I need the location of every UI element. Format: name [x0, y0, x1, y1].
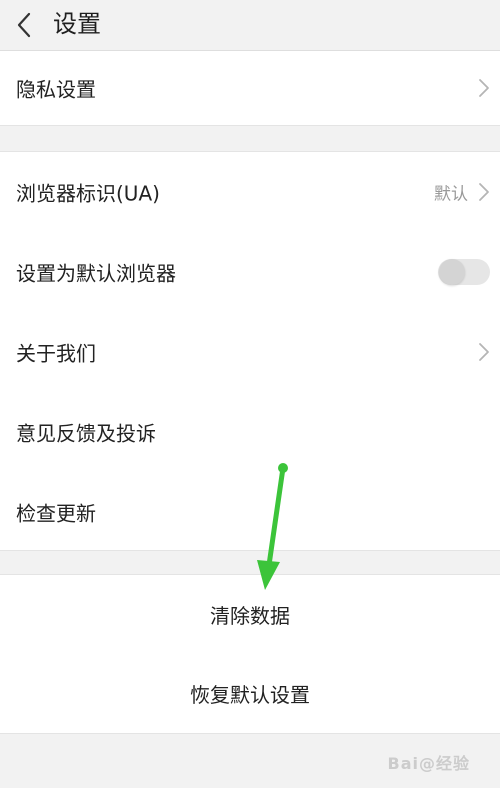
chevron-right-icon: [479, 79, 489, 97]
list-item-label: 浏览器标识(UA): [16, 181, 160, 206]
check-update-item[interactable]: 检查更新: [0, 472, 500, 552]
button-label: 恢复默认设置: [190, 683, 310, 707]
chevron-right-icon: [479, 343, 489, 361]
settings-group-general: 浏览器标识(UA) 默认 设置为默认浏览器 关于我们 意见反馈及投诉 检查更新: [0, 151, 500, 551]
list-item-label: 检查更新: [16, 501, 96, 526]
about-us-item[interactable]: 关于我们: [0, 312, 500, 392]
button-label: 清除数据: [210, 604, 290, 628]
list-item-label: 隐私设置: [16, 77, 96, 102]
ua-value: 默认: [434, 184, 468, 205]
chevron-left-icon: [17, 12, 31, 38]
list-item-label: 意见反馈及投诉: [16, 421, 156, 446]
feedback-item[interactable]: 意见反馈及投诉: [0, 392, 500, 472]
page-title: 设置: [53, 10, 101, 38]
settings-group-privacy: 隐私设置: [0, 51, 500, 126]
clear-data-button[interactable]: 清除数据: [0, 575, 500, 654]
top-bar: 设置: [0, 0, 500, 51]
watermark: Bai@经验: [387, 754, 470, 773]
default-browser-item: 设置为默认浏览器: [0, 232, 500, 312]
settings-group-actions: 清除数据 恢复默认设置: [0, 574, 500, 734]
list-item-label: 设置为默认浏览器: [16, 261, 176, 286]
toggle-knob: [439, 259, 465, 285]
default-browser-toggle[interactable]: [438, 259, 490, 285]
privacy-settings-item[interactable]: 隐私设置: [0, 51, 500, 125]
back-button[interactable]: [4, 5, 44, 45]
browser-ua-item[interactable]: 浏览器标识(UA) 默认: [0, 152, 500, 232]
list-item-label: 关于我们: [16, 341, 96, 366]
chevron-right-icon: [479, 183, 489, 201]
restore-defaults-button[interactable]: 恢复默认设置: [0, 654, 500, 733]
